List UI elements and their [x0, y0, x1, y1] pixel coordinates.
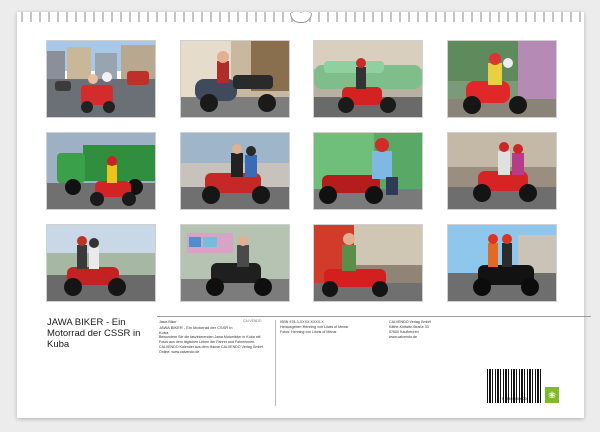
- photo-rider-parked: [313, 224, 423, 302]
- barcode-number: 9 783000 000000: [501, 397, 529, 401]
- info-isbn: ISBN 978-3-XXXX-XXXX-X Herausgeber: Henn…: [275, 320, 370, 406]
- calendar-sheet: JAWA BIKER - Ein Motorrad der CSSR in Ku…: [17, 12, 591, 418]
- photo-green-truck: [46, 132, 156, 210]
- photo-graffiti-wall: [180, 224, 290, 302]
- info-line: Fotos: Henning von Löwis of Menar: [280, 330, 337, 334]
- photo-blue-sky-street: [447, 224, 557, 302]
- photo-rider-crowd: [447, 40, 557, 118]
- photo-couple-on-bike: [180, 132, 290, 210]
- info-block: Jawa Biker JAWA BIKER - Ein Motorrad der…: [157, 316, 591, 410]
- photo-two-riders: [447, 132, 557, 210]
- info-description: Jawa Biker JAWA BIKER - Ein Motorrad der…: [159, 320, 271, 355]
- barcode: [487, 369, 543, 410]
- photo-group-on-bike: [46, 224, 156, 302]
- eco-leaf-icon: ❀: [545, 387, 559, 403]
- info-line: www.calvendo.de: [389, 335, 417, 339]
- photo-rider-green-wall: [313, 132, 423, 210]
- photo-traffic-street: [46, 40, 156, 118]
- calendar-title: JAWA BIKER - Ein Motorrad der CSSR in Ku…: [47, 317, 141, 350]
- photo-green-car-red-bike: [313, 40, 423, 118]
- info-publisher: CALVENDO Verlag GmbH Käthe-Kollwitz-Stra…: [389, 320, 449, 340]
- info-line: Online: www.calvendo.de: [159, 350, 200, 354]
- photo-black-sidecar: [180, 40, 290, 118]
- publisher-logo: CALVENDO: [243, 319, 262, 323]
